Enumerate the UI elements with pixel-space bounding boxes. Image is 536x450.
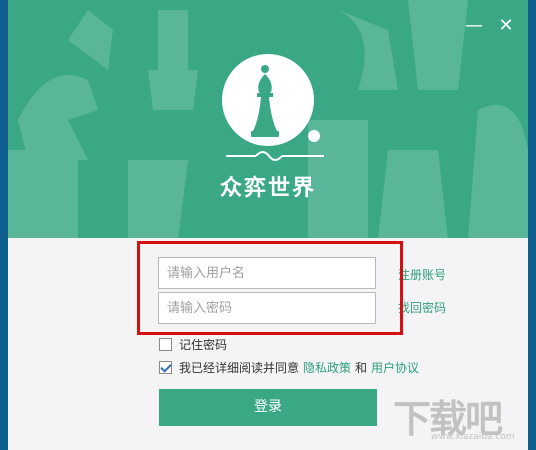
login-header: — ✕ 众弈世界 [8,0,528,238]
remember-password-checkbox[interactable] [159,338,172,351]
recover-password-link[interactable]: 找回密码 [398,299,446,316]
agreement-row: 我已经详细阅读并同意 隐私政策 和 用户协议 [159,359,423,376]
remember-password-row: 记住密码 [159,336,227,353]
agreement-checkbox[interactable] [159,361,172,374]
close-button[interactable]: ✕ [496,16,516,36]
watermark-url: www.xiazaiba.com [431,432,515,442]
register-account-link[interactable]: 注册账号 [398,266,446,283]
login-button[interactable]: 登录 [159,389,377,426]
remember-password-label: 记住密码 [179,338,228,352]
chess-bishop-icon [222,54,324,161]
highlight-box [137,241,403,335]
minimize-button[interactable]: — [464,16,484,36]
watermark-logo: 下载吧 www.xiazaiba.com [393,388,528,448]
user-agreement-link[interactable]: 用户协议 [371,359,419,376]
login-window: — ✕ 众弈世界 注册账号 找回密码 记住密码 我已经详细阅读并同意 [8,0,528,450]
app-name: 众弈世界 [219,175,316,201]
privacy-policy-link[interactable]: 隐私政策 [303,359,351,376]
agreement-and-text: 和 [355,361,368,375]
agreement-text: 我已经详细阅读并同意 [179,361,300,375]
